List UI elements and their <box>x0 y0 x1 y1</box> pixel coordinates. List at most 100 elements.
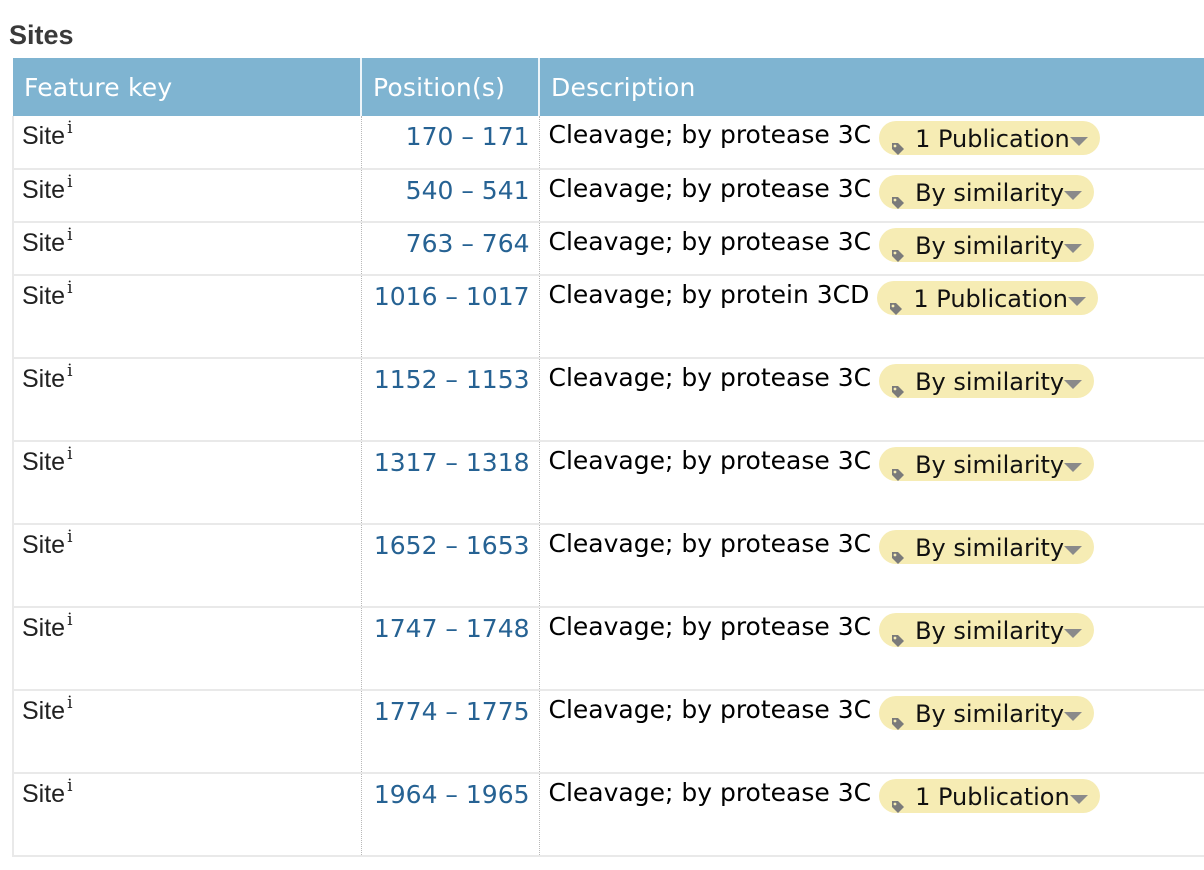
header-feature-key[interactable]: Feature key <box>13 58 362 116</box>
feature-key-label: Site <box>22 229 66 257</box>
evidence-badge[interactable]: By similarity <box>879 447 1095 481</box>
feature-key-label: Site <box>22 176 66 204</box>
tag-icon <box>891 705 905 730</box>
table-row: Site i 170 – 171 Cleavage; by protease 3C 1 … <box>12 116 1204 170</box>
table-row: Site i 540 – 541 Cleavage; by protease 3C By… <box>12 169 1204 223</box>
evidence-label: 1 Publication <box>913 285 1068 313</box>
position-link[interactable]: 540 – 541 <box>406 176 530 205</box>
tag-icon <box>891 622 905 647</box>
position-cell: 1774 – 1775 <box>361 690 540 774</box>
position-cell: 1317 – 1318 <box>361 441 540 525</box>
evidence-badge[interactable]: By similarity <box>879 228 1095 262</box>
evidence-badge[interactable]: By similarity <box>879 530 1095 564</box>
evidence-badge[interactable]: By similarity <box>879 613 1095 647</box>
position-link[interactable]: 170 – 171 <box>406 122 530 151</box>
evidence-label: By similarity <box>915 179 1065 207</box>
info-icon[interactable]: i <box>67 610 72 630</box>
table-row: Site i 1774 – 1775 Cleavage; by protease 3C… <box>12 690 1204 774</box>
description-cell: Cleavage; by protease 3C By similarity <box>539 524 1204 608</box>
chevron-down-icon <box>1064 629 1083 638</box>
chevron-down-icon <box>1064 712 1083 721</box>
info-icon[interactable]: i <box>67 444 72 464</box>
header-description[interactable]: Description <box>539 58 1204 116</box>
position-cell: 1016 – 1017 <box>361 275 540 359</box>
tag-icon <box>891 456 905 481</box>
info-icon[interactable]: i <box>67 361 72 381</box>
chevron-down-icon <box>1064 244 1083 253</box>
description-cell: Cleavage; by protease 3C By similarity <box>539 169 1204 223</box>
tag-icon <box>891 184 905 209</box>
info-icon[interactable]: i <box>67 172 72 192</box>
position-link[interactable]: 1152 – 1153 <box>374 365 530 394</box>
description-text: Cleavage; by protease 3C <box>548 695 872 724</box>
position-link[interactable]: 1774 – 1775 <box>374 697 530 726</box>
evidence-badge[interactable]: 1 Publication <box>879 121 1100 155</box>
tag-icon <box>891 237 905 262</box>
evidence-badge[interactable]: 1 Publication <box>877 281 1098 315</box>
tag-icon <box>891 373 905 398</box>
chevron-down-icon <box>1067 297 1086 306</box>
description-text: Cleavage; by protease 3C <box>548 120 872 149</box>
position-link[interactable]: 1317 – 1318 <box>374 448 530 477</box>
description-text: Cleavage; by protease 3C <box>548 363 872 392</box>
chevron-down-icon <box>1069 795 1088 804</box>
description-cell: Cleavage; by protease 3C 1 Publication <box>539 116 1204 170</box>
tag-icon <box>891 130 905 155</box>
evidence-badge[interactable]: By similarity <box>879 696 1095 730</box>
description-cell: Cleavage; by protease 3C By similarity <box>539 607 1204 691</box>
feature-key-cell: Site i <box>12 222 362 276</box>
chevron-down-icon <box>1069 137 1088 146</box>
evidence-label: By similarity <box>915 534 1065 562</box>
feature-key-cell: Site i <box>12 358 362 442</box>
position-link[interactable]: 1652 – 1653 <box>374 531 530 560</box>
position-link[interactable]: 1016 – 1017 <box>374 282 530 311</box>
table-row: Site i 1747 – 1748 Cleavage; by protease 3C… <box>12 607 1204 691</box>
info-icon[interactable]: i <box>67 776 72 796</box>
evidence-label: By similarity <box>915 451 1065 479</box>
evidence-badge[interactable]: By similarity <box>879 175 1095 209</box>
info-icon[interactable]: i <box>67 693 72 713</box>
evidence-badge[interactable]: By similarity <box>879 364 1095 398</box>
table-row: Site i 1652 – 1653 Cleavage; by protease 3C… <box>12 524 1204 608</box>
position-link[interactable]: 763 – 764 <box>406 229 530 258</box>
evidence-badge[interactable]: 1 Publication <box>879 779 1100 813</box>
evidence-label: 1 Publication <box>915 125 1070 153</box>
description-text: Cleavage; by protease 3C <box>548 174 872 203</box>
table-header-row: Feature key Position(s) Description <box>13 58 1204 116</box>
feature-key-cell: Site i <box>12 275 362 359</box>
position-link[interactable]: 1964 – 1965 <box>374 780 530 809</box>
section-title: Sites <box>9 20 74 50</box>
description-cell: Cleavage; by protease 3C 1 Publication <box>539 773 1204 857</box>
position-cell: 540 – 541 <box>361 169 540 223</box>
position-cell: 1964 – 1965 <box>361 773 540 857</box>
position-cell: 1747 – 1748 <box>361 607 540 691</box>
feature-key-cell: Site i <box>12 773 362 857</box>
evidence-label: By similarity <box>915 232 1065 260</box>
feature-key-cell: Site i <box>12 524 362 608</box>
feature-key-cell: Site i <box>12 441 362 525</box>
description-cell: Cleavage; by protease 3C By similarity <box>539 690 1204 774</box>
description-text: Cleavage; by protease 3C <box>548 227 872 256</box>
feature-key-cell: Site i <box>12 116 362 170</box>
description-cell: Cleavage; by protease 3C By similarity <box>539 358 1204 442</box>
position-link[interactable]: 1747 – 1748 <box>374 614 530 643</box>
info-icon[interactable]: i <box>67 278 72 298</box>
description-text: Cleavage; by protein 3CD <box>548 280 870 309</box>
info-icon[interactable]: i <box>67 118 72 138</box>
tag-icon <box>889 290 903 315</box>
chevron-down-icon <box>1064 463 1083 472</box>
chevron-down-icon <box>1064 191 1083 200</box>
position-cell: 170 – 171 <box>361 116 540 170</box>
chevron-down-icon <box>1064 380 1083 389</box>
header-positions[interactable]: Position(s) <box>361 58 540 116</box>
evidence-label: By similarity <box>915 700 1065 728</box>
info-icon[interactable]: i <box>67 527 72 547</box>
table-row: Site i 1964 – 1965 Cleavage; by protease 3C… <box>12 773 1204 857</box>
description-cell: Cleavage; by protein 3CD 1 Publication <box>539 275 1204 359</box>
feature-key-label: Site <box>22 122 66 150</box>
info-icon[interactable]: i <box>67 225 72 245</box>
position-cell: 763 – 764 <box>361 222 540 276</box>
evidence-label: 1 Publication <box>915 783 1070 811</box>
description-cell: Cleavage; by protease 3C By similarity <box>539 222 1204 276</box>
feature-key-label: Site <box>22 780 66 808</box>
